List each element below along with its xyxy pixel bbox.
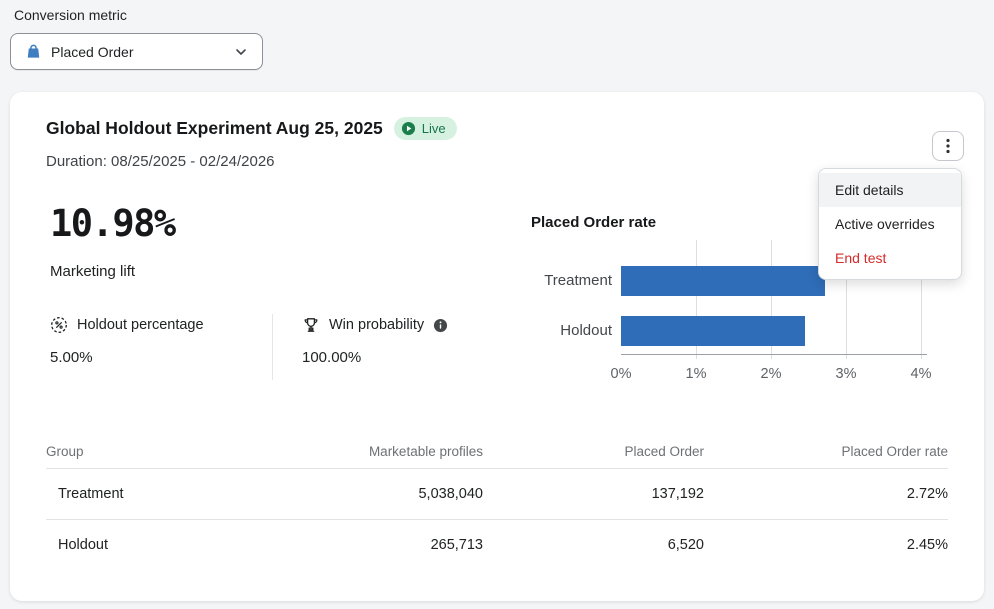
trophy-icon bbox=[302, 316, 320, 334]
column-header-placed-order-rate: Placed Order rate bbox=[704, 444, 948, 459]
cell-profiles: 265,713 bbox=[246, 537, 483, 553]
percent-circle-icon bbox=[50, 316, 68, 334]
experiment-title: Global Holdout Experiment Aug 25, 2025 bbox=[46, 118, 383, 139]
cell-orders: 137,192 bbox=[483, 486, 704, 502]
cell-orders: 6,520 bbox=[483, 537, 704, 553]
overflow-menu-button[interactable] bbox=[932, 131, 964, 161]
cell-group: Treatment bbox=[46, 486, 246, 502]
experiment-card: Global Holdout Experiment Aug 25, 2025 L… bbox=[10, 92, 984, 601]
live-status-badge: Live bbox=[394, 117, 457, 140]
live-status-text: Live bbox=[422, 121, 446, 136]
chart-category-holdout: Holdout bbox=[520, 322, 612, 339]
bar-treatment bbox=[621, 266, 825, 296]
conversion-metric-label: Conversion metric bbox=[14, 7, 127, 23]
table-row-holdout: Holdout 265,713 6,520 2.45% bbox=[46, 520, 948, 570]
results-table: Group Marketable profiles Placed Order P… bbox=[46, 432, 948, 570]
experiment-title-row: Global Holdout Experiment Aug 25, 2025 L… bbox=[46, 117, 457, 140]
x-axis-tick-labels: 0% 1% 2% 3% 4% bbox=[621, 366, 921, 386]
chevron-down-icon bbox=[234, 45, 248, 59]
chart-title: Placed Order rate bbox=[531, 214, 656, 231]
cell-rate: 2.45% bbox=[704, 537, 948, 553]
column-header-group: Group bbox=[46, 444, 246, 459]
x-tick: 3% bbox=[836, 366, 857, 382]
conversion-metric-value: Placed Order bbox=[51, 44, 234, 60]
stat-divider bbox=[272, 314, 273, 380]
shopping-bag-icon bbox=[25, 43, 42, 60]
cell-rate: 2.72% bbox=[704, 486, 948, 502]
overflow-menu: Edit details Active overrides End test bbox=[818, 168, 962, 280]
x-tick: 1% bbox=[686, 366, 707, 382]
conversion-metric-select[interactable]: Placed Order bbox=[10, 33, 263, 70]
table-row-treatment: Treatment 5,038,040 137,192 2.72% bbox=[46, 469, 948, 520]
info-icon[interactable] bbox=[433, 318, 448, 333]
table-header-row: Group Marketable profiles Placed Order P… bbox=[46, 432, 948, 469]
holdout-percentage-label: Holdout percentage bbox=[77, 317, 204, 333]
experiment-duration: Duration: 08/25/2025 - 02/24/2026 bbox=[46, 153, 275, 170]
holdout-percentage-stat: Holdout percentage 5.00% bbox=[50, 316, 204, 366]
win-probability-stat: Win probability 100.00% bbox=[302, 316, 448, 366]
win-probability-value: 100.00% bbox=[302, 349, 448, 366]
marketing-lift-label: Marketing lift bbox=[50, 263, 135, 280]
play-circle-icon bbox=[401, 121, 416, 136]
menu-item-active-overrides[interactable]: Active overrides bbox=[819, 207, 961, 241]
bar-holdout bbox=[621, 316, 805, 346]
kebab-menu-icon bbox=[946, 138, 950, 154]
menu-item-edit-details[interactable]: Edit details bbox=[819, 173, 961, 207]
win-probability-label: Win probability bbox=[329, 317, 424, 333]
x-axis-line bbox=[621, 354, 927, 355]
column-header-placed-order: Placed Order bbox=[483, 444, 704, 459]
x-tick: 2% bbox=[761, 366, 782, 382]
x-tick: 4% bbox=[911, 366, 932, 382]
marketing-lift-value: 10.98% bbox=[50, 202, 175, 245]
holdout-percentage-value: 5.00% bbox=[50, 349, 204, 366]
cell-profiles: 5,038,040 bbox=[246, 486, 483, 502]
chart-category-treatment: Treatment bbox=[520, 272, 612, 289]
cell-group: Holdout bbox=[46, 537, 246, 553]
menu-item-end-test[interactable]: End test bbox=[819, 241, 961, 275]
x-tick: 0% bbox=[611, 366, 632, 382]
column-header-marketable-profiles: Marketable profiles bbox=[246, 444, 483, 459]
